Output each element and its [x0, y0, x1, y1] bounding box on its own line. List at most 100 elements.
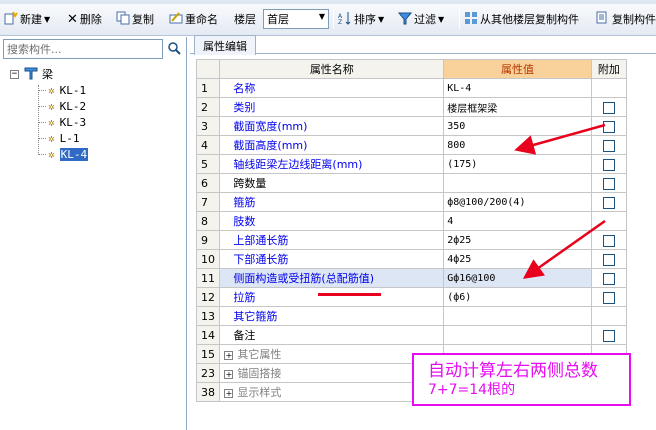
group-label: 显示样式	[237, 386, 282, 399]
attach-checkbox[interactable]	[602, 101, 615, 114]
property-value-cell[interactable]: Gф16@100	[443, 268, 592, 288]
tree-connector	[38, 153, 46, 155]
delete-icon: ✕	[67, 11, 78, 27]
copy-component-button[interactable]: 复制构件	[596, 10, 656, 28]
attach-checkbox[interactable]	[602, 196, 615, 209]
property-value-cell[interactable]: 4	[443, 211, 592, 231]
group-name-cell: + 其它属性	[219, 344, 445, 364]
property-name-cell: 截面宽度(mm)	[219, 116, 445, 136]
attach-checkbox[interactable]	[602, 234, 615, 247]
attach-cell	[590, 287, 628, 307]
new-button[interactable]: 新建 ▼	[4, 10, 50, 28]
property-value-cell[interactable]: 4ф25	[443, 249, 592, 269]
tree-item-kl-4[interactable]: ✲ KL-4	[38, 146, 89, 162]
attach-cell	[590, 249, 628, 269]
attach-cell	[590, 135, 628, 155]
expand-icon[interactable]: +	[224, 350, 234, 360]
filter-icon	[397, 11, 413, 28]
annotation-line-2: 7+7=14根的	[428, 382, 516, 398]
table-row[interactable]: 11 侧面构造或受扭筋(总配筋值) Gф16@100	[195, 268, 628, 288]
toolbar: 新建 ▼ ✕ 删除 复制 重命名 楼层 首层 ▼ AZ 排序 ▼ 过滤 ▼ 从其…	[0, 0, 656, 36]
property-value-cell[interactable]	[443, 173, 592, 193]
table-row[interactable]: 12 拉筋 (ф6)	[195, 287, 628, 307]
property-grid: 属性名称 属性值 附加 1 名称 KL-4 2 类别 楼层框架梁 3 截面宽度(mm) 350 4…	[195, 59, 628, 402]
property-value-cell[interactable]: 楼层框架梁	[443, 97, 592, 117]
table-row[interactable]: 4 截面高度(mm) 800	[195, 135, 628, 155]
filter-button[interactable]: 过滤 ▼	[397, 10, 444, 28]
attach-checkbox[interactable]	[602, 120, 615, 133]
property-value-cell[interactable]: 2ф25	[443, 230, 592, 250]
search-input[interactable]: 搜索构件...	[3, 39, 163, 59]
row-number: 7	[195, 192, 221, 212]
delete-button[interactable]: ✕ 删除	[67, 10, 102, 28]
copy-button[interactable]: 复制	[116, 10, 154, 28]
collapse-icon[interactable]: −	[10, 69, 19, 79]
tab-strip: 属性编辑	[190, 35, 656, 55]
property-value-header: 属性值	[443, 59, 592, 79]
table-row[interactable]: 2 类别 楼层框架梁	[195, 97, 628, 117]
attach-cell	[590, 230, 628, 250]
table-row[interactable]: 5 轴线距梁左边线距离(mm) (175)	[195, 154, 628, 174]
attach-checkbox[interactable]	[602, 329, 615, 342]
property-value-cell[interactable]: 350	[443, 116, 592, 136]
group-name-cell: + 显示样式	[219, 382, 445, 402]
search-placeholder: 搜索构件...	[7, 43, 62, 56]
search-button[interactable]	[164, 39, 184, 59]
table-row[interactable]: 8 肢数 4	[195, 211, 628, 231]
annotation-line-1: 自动计算左右两侧总数	[428, 361, 598, 381]
tree-connector	[38, 137, 46, 139]
copy-component-label: 复制构件	[612, 13, 656, 26]
table-row[interactable]: 13 其它箍筋	[195, 306, 628, 326]
property-value-cell[interactable]	[443, 306, 592, 326]
group-label: 其它属性	[237, 348, 282, 361]
expand-icon[interactable]: +	[224, 369, 234, 379]
tree-item-kl-2[interactable]: ✲ KL-2	[38, 98, 86, 114]
row-number: 15	[195, 344, 221, 364]
table-row[interactable]: 9 上部通长筋 2ф25	[195, 230, 628, 250]
property-name-cell: 轴线距梁左边线距离(mm)	[219, 154, 445, 174]
property-value-cell[interactable]: (ф6)	[443, 287, 592, 307]
toolbar-top-strip	[0, 0, 656, 4]
property-value-cell[interactable]: ф8@100/200(4)	[443, 192, 592, 212]
attach-checkbox[interactable]	[602, 272, 615, 285]
property-value-cell[interactable]: (175)	[443, 154, 592, 174]
property-value-cell[interactable]	[443, 325, 592, 345]
rename-button[interactable]: 重命名	[169, 10, 218, 28]
attach-checkbox[interactable]	[602, 139, 615, 152]
sort-button[interactable]: AZ 排序 ▼	[338, 10, 384, 28]
table-row[interactable]: 1 名称 KL-4	[195, 78, 628, 98]
table-row[interactable]: 14 备注	[195, 325, 628, 345]
attach-checkbox[interactable]	[602, 177, 615, 190]
tab-label: 属性编辑	[203, 39, 247, 53]
table-row[interactable]: 3 截面宽度(mm) 350	[195, 116, 628, 136]
tree-item-label: KL-3	[59, 115, 87, 129]
attach-cell	[590, 78, 628, 98]
table-row[interactable]: 7 箍筋 ф8@100/200(4)	[195, 192, 628, 212]
attach-cell	[590, 325, 628, 345]
tree-item-kl-3[interactable]: ✲ KL-3	[38, 114, 86, 130]
tree-item-l-1[interactable]: ✲ L-1	[38, 130, 80, 146]
table-row[interactable]: 10 下部通长筋 4ф25	[195, 249, 628, 269]
red-underline-annotation	[318, 293, 381, 296]
tab-property-edit[interactable]: 属性编辑	[194, 35, 256, 55]
copy-from-other-floor-button[interactable]: 从其他楼层复制构件	[464, 10, 579, 28]
beam-component-icon: ✲	[48, 115, 55, 129]
floor-select[interactable]: 首层 ▼	[263, 9, 329, 29]
property-name-cell: 类别	[219, 97, 445, 117]
tree-item-kl-1[interactable]: ✲ KL-1	[38, 82, 86, 98]
search-icon	[167, 41, 181, 58]
property-value-cell[interactable]: KL-4	[443, 78, 592, 98]
floor-label: 楼层	[234, 10, 256, 28]
new-dropdown-arrow-icon[interactable]: ▼	[44, 15, 50, 24]
table-row[interactable]: 6 跨数量	[195, 173, 628, 193]
attach-checkbox[interactable]	[602, 253, 615, 266]
attach-checkbox[interactable]	[602, 158, 615, 171]
attach-checkbox[interactable]	[602, 291, 615, 304]
property-name-cell: 跨数量	[219, 173, 445, 193]
property-value-cell[interactable]: 800	[443, 135, 592, 155]
sort-dropdown-arrow-icon[interactable]: ▼	[378, 15, 384, 24]
property-name-cell: 截面高度(mm)	[219, 135, 445, 155]
filter-dropdown-arrow-icon[interactable]: ▼	[438, 15, 444, 24]
expand-icon[interactable]: +	[224, 388, 234, 398]
tree-root-beam[interactable]: − 梁	[10, 66, 53, 82]
